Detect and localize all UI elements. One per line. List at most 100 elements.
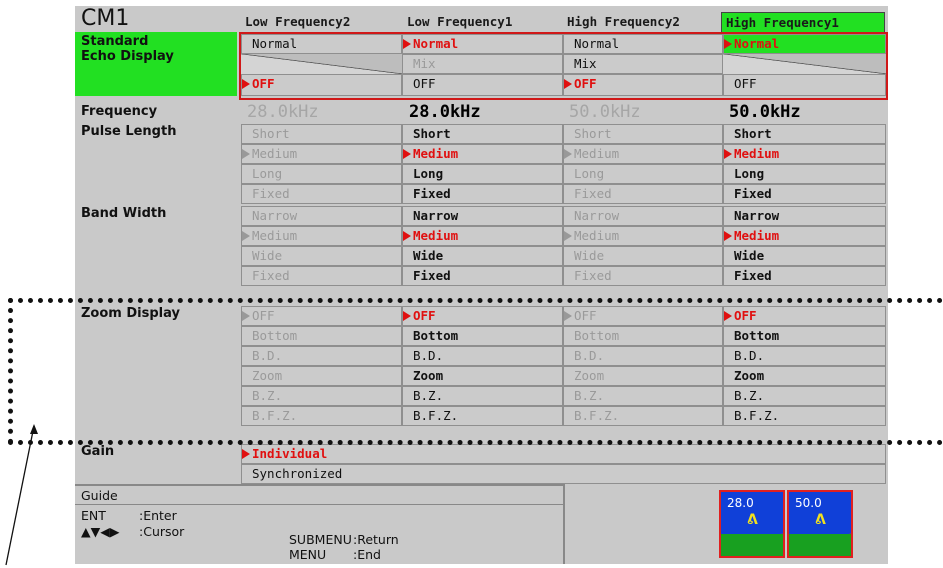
zoom-lf1-zoom[interactable]: Zoom (402, 366, 563, 386)
zoom-lf2-bottom[interactable]: Bottom (241, 326, 402, 346)
echo-lf2-normal[interactable]: Normal (241, 34, 402, 54)
frequency-lf2-value[interactable]: 28.0kHz (241, 102, 401, 122)
band-lf1-fixed[interactable]: Fixed (402, 266, 563, 286)
zoom-display-label: Zoom Display (81, 306, 180, 321)
zoom-lf1-bottom[interactable]: Bottom (402, 326, 563, 346)
pulse-lf1-short[interactable]: Short (402, 124, 563, 144)
pulse-hf2-long[interactable]: Long (563, 164, 723, 184)
header-high-frequency2: High Frequency2 (563, 12, 719, 33)
gain-label: Gain (81, 444, 115, 459)
echo-hf2-normal[interactable]: Normal (563, 34, 723, 54)
thumb-hf-label: 50.0 (795, 496, 822, 510)
zoom-hf2-off[interactable]: OFF (563, 306, 723, 326)
pulse-hf1-short[interactable]: Short (723, 124, 886, 144)
echo-lf1-mix[interactable]: Mix (402, 54, 563, 74)
band-hf1-wide[interactable]: Wide (723, 246, 886, 266)
zoom-hf2-bz[interactable]: B.Z. (563, 386, 723, 406)
fish-icon: ᕕ (815, 512, 826, 528)
echo-lf2-mix-graph[interactable] (241, 54, 402, 74)
band-hf1-fixed[interactable]: Fixed (723, 266, 886, 286)
echo-hf1-mix-graph[interactable] (723, 54, 886, 74)
echo-hf2-mix[interactable]: Mix (563, 54, 723, 74)
band-hf1-narrow[interactable]: Narrow (723, 206, 886, 226)
zoom-hf2-bfz[interactable]: B.F.Z. (563, 406, 723, 426)
header-low-frequency1: Low Frequency1 (403, 12, 561, 33)
echo-hf1-off[interactable]: OFF (723, 74, 886, 96)
zoom-lf2-bz[interactable]: B.Z. (241, 386, 402, 406)
band-width-label: Band Width (81, 206, 167, 221)
frequency-label: Frequency (81, 104, 158, 119)
echo-hf2-off[interactable]: OFF (563, 74, 723, 96)
pulse-lf1-medium[interactable]: Medium (402, 144, 563, 164)
zoom-hf1-bd[interactable]: B.D. (723, 346, 886, 366)
band-lf1-narrow[interactable]: Narrow (402, 206, 563, 226)
standard-echo-display-label[interactable]: Standard Echo Display (75, 32, 237, 96)
band-lf2-narrow[interactable]: Narrow (241, 206, 402, 226)
zoom-lf2-bfz[interactable]: B.F.Z. (241, 406, 402, 426)
lf-echo-thumbnail[interactable]: 28.0 ᕕ (719, 490, 785, 558)
header-high-frequency1[interactable]: High Frequency1 (721, 12, 885, 33)
pulse-lf1-long[interactable]: Long (402, 164, 563, 184)
pulse-hf1-medium[interactable]: Medium (723, 144, 886, 164)
echo-lf1-off[interactable]: OFF (402, 74, 563, 96)
echo-lf2-off[interactable]: OFF (241, 74, 402, 96)
frequency-hf1-value[interactable]: 50.0kHz (723, 102, 885, 122)
band-lf1-medium[interactable]: Medium (402, 226, 563, 246)
pulse-lf2-long[interactable]: Long (241, 164, 402, 184)
screen-title: CM1 (81, 6, 130, 31)
pulse-hf1-long[interactable]: Long (723, 164, 886, 184)
band-lf2-medium[interactable]: Medium (241, 226, 402, 246)
frequency-lf1-value[interactable]: 28.0kHz (403, 102, 561, 122)
pulse-hf2-medium[interactable]: Medium (563, 144, 723, 164)
zoom-hf2-bottom[interactable]: Bottom (563, 326, 723, 346)
guide-ent-key: ENT (81, 508, 106, 523)
annotation-pointer-line (5, 424, 38, 566)
guide-divider (75, 504, 565, 505)
echo-hf1-normal[interactable]: Normal (723, 34, 886, 54)
frequency-hf2-value[interactable]: 50.0kHz (563, 102, 719, 122)
thumb-seabed (721, 534, 783, 556)
band-hf2-narrow[interactable]: Narrow (563, 206, 723, 226)
zoom-lf2-bd[interactable]: B.D. (241, 346, 402, 366)
pulse-hf1-fixed[interactable]: Fixed (723, 184, 886, 204)
header-low-frequency2: Low Frequency2 (241, 12, 401, 33)
band-hf2-wide[interactable]: Wide (563, 246, 723, 266)
guide-submenu-action: :Return (353, 532, 399, 547)
pulse-hf2-fixed[interactable]: Fixed (563, 184, 723, 204)
thumb-seabed (789, 534, 851, 556)
fish-icon: ᕕ (747, 512, 758, 528)
pulse-lf2-short[interactable]: Short (241, 124, 402, 144)
guide-cursor-action: :Cursor (139, 524, 185, 539)
zoom-lf1-off[interactable]: OFF (402, 306, 563, 326)
zoom-lf1-bfz[interactable]: B.F.Z. (402, 406, 563, 426)
zoom-hf1-bz[interactable]: B.Z. (723, 386, 886, 406)
guide-title: Guide (81, 488, 118, 503)
zoom-hf1-bottom[interactable]: Bottom (723, 326, 886, 346)
band-lf2-wide[interactable]: Wide (241, 246, 402, 266)
zoom-lf2-off[interactable]: OFF (241, 306, 402, 326)
band-hf2-medium[interactable]: Medium (563, 226, 723, 246)
zoom-hf1-bfz[interactable]: B.F.Z. (723, 406, 886, 426)
zoom-hf2-zoom[interactable]: Zoom (563, 366, 723, 386)
guide-menu-key: MENU (289, 547, 327, 562)
band-lf2-fixed[interactable]: Fixed (241, 266, 402, 286)
gain-synchronized[interactable]: Synchronized (241, 464, 886, 484)
cm1-settings-screen: CM1 Low Frequency2 Low Frequency1 High F… (75, 6, 888, 564)
gain-individual[interactable]: Individual (241, 444, 886, 464)
pulse-lf2-medium[interactable]: Medium (241, 144, 402, 164)
pulse-hf2-short[interactable]: Short (563, 124, 723, 144)
annotation-dotted-bottom (8, 440, 943, 445)
zoom-lf2-zoom[interactable]: Zoom (241, 366, 402, 386)
band-hf1-medium[interactable]: Medium (723, 226, 886, 246)
band-hf2-fixed[interactable]: Fixed (563, 266, 723, 286)
zoom-hf1-off[interactable]: OFF (723, 306, 886, 326)
pulse-lf2-fixed[interactable]: Fixed (241, 184, 402, 204)
band-lf1-wide[interactable]: Wide (402, 246, 563, 266)
zoom-lf1-bd[interactable]: B.D. (402, 346, 563, 366)
zoom-hf2-bd[interactable]: B.D. (563, 346, 723, 366)
zoom-lf1-bz[interactable]: B.Z. (402, 386, 563, 406)
pulse-lf1-fixed[interactable]: Fixed (402, 184, 563, 204)
zoom-hf1-zoom[interactable]: Zoom (723, 366, 886, 386)
hf-echo-thumbnail[interactable]: 50.0 ᕕ (787, 490, 853, 558)
echo-lf1-normal[interactable]: Normal (402, 34, 563, 54)
